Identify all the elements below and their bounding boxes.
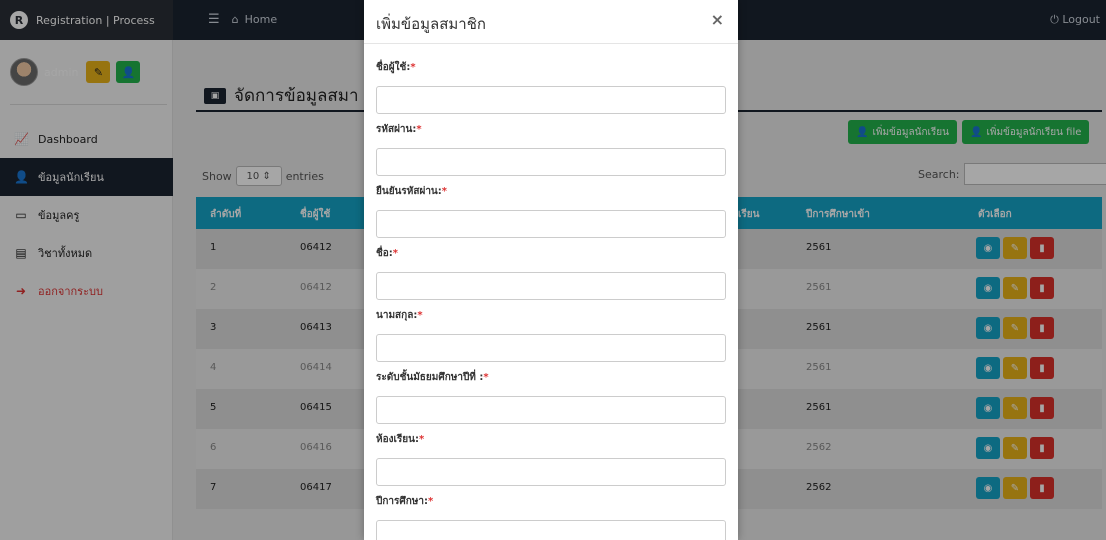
field-input[interactable] bbox=[376, 86, 726, 114]
field-label-text: รหัสผ่าน: bbox=[376, 124, 417, 135]
form-field: ระดับชั้นมัธยมศึกษาปีที่ :* bbox=[376, 370, 726, 424]
form-field: นามสกุล:* bbox=[376, 308, 726, 362]
form-field: ยืนยันรหัสผ่าน:* bbox=[376, 184, 726, 238]
field-label-text: ห้องเรียน: bbox=[376, 434, 419, 445]
field-label: นามสกุล:* bbox=[376, 308, 726, 322]
required-mark: * bbox=[416, 124, 422, 135]
field-label-text: ชื่อ: bbox=[376, 248, 393, 259]
field-label: รหัสผ่าน:* bbox=[376, 122, 726, 136]
field-input[interactable] bbox=[376, 458, 726, 486]
field-label-text: นามสกุล: bbox=[376, 310, 418, 321]
form-field: ชื่อ:* bbox=[376, 246, 726, 300]
field-input[interactable] bbox=[376, 148, 726, 176]
close-icon[interactable]: × bbox=[711, 10, 724, 29]
add-member-modal: เพิ่มข้อมูลสมาชิก × ชื่อผู้ใช้:* รหัสผ่าน… bbox=[364, 0, 738, 540]
required-mark: * bbox=[441, 186, 448, 197]
field-label: ห้องเรียน:* bbox=[376, 432, 726, 446]
modal-title: เพิ่มข้อมูลสมาชิก bbox=[376, 15, 486, 33]
field-label: ปีการศึกษา:* bbox=[376, 494, 726, 508]
field-label: ระดับชั้นมัธยมศึกษาปีที่ :* bbox=[376, 370, 726, 384]
field-input[interactable] bbox=[376, 210, 726, 238]
field-label: ยืนยันรหัสผ่าน:* bbox=[376, 184, 726, 198]
required-mark: * bbox=[483, 372, 489, 383]
form-field: ปีการศึกษา:* bbox=[376, 494, 726, 540]
modal-header: เพิ่มข้อมูลสมาชิก × bbox=[364, 0, 738, 44]
form-field: รหัสผ่าน:* bbox=[376, 122, 726, 176]
field-input[interactable] bbox=[376, 272, 726, 300]
form-field: ชื่อผู้ใช้:* bbox=[376, 60, 726, 114]
field-label-text: ปีการศึกษา: bbox=[376, 496, 428, 507]
form-field: ห้องเรียน:* bbox=[376, 432, 726, 486]
field-label: ชื่อผู้ใช้:* bbox=[376, 60, 726, 74]
field-label-text: ระดับชั้นมัธยมศึกษาปีที่ : bbox=[376, 372, 484, 383]
field-input[interactable] bbox=[376, 334, 726, 362]
required-mark: * bbox=[417, 310, 423, 321]
field-label: ชื่อ:* bbox=[376, 246, 726, 260]
field-input[interactable] bbox=[376, 520, 726, 540]
required-mark: * bbox=[418, 434, 425, 445]
field-label-text: ชื่อผู้ใช้: bbox=[376, 62, 411, 73]
required-mark: * bbox=[410, 62, 416, 73]
field-input[interactable] bbox=[376, 396, 726, 424]
field-label-text: ยืนยันรหัสผ่าน: bbox=[376, 186, 442, 197]
required-mark: * bbox=[392, 248, 399, 259]
required-mark: * bbox=[428, 496, 434, 507]
